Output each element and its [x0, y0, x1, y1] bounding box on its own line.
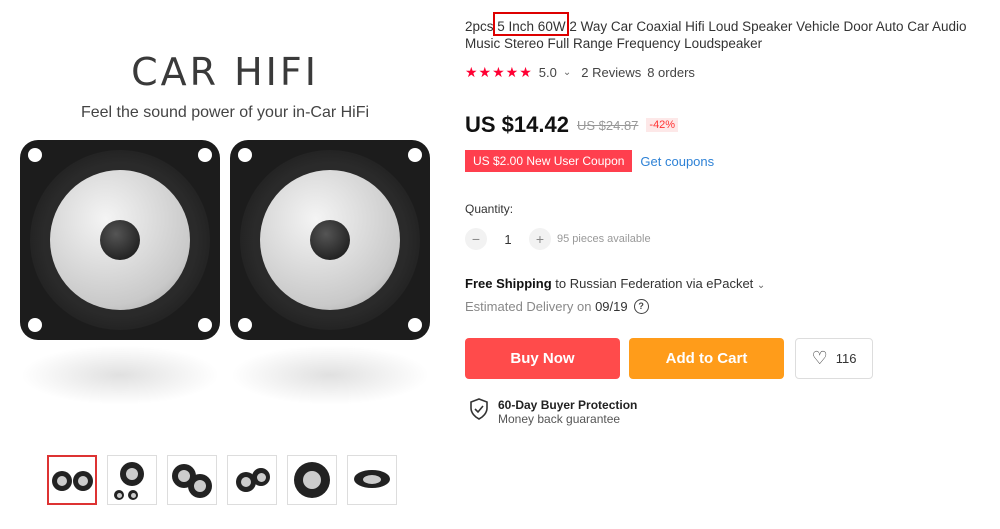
add-to-cart-button[interactable]: Add to Cart	[629, 338, 784, 379]
quantity-input[interactable]: 1	[493, 232, 523, 247]
speaker-left-image	[20, 140, 220, 340]
thumbnail-5[interactable]	[287, 455, 337, 505]
thumbnail-2[interactable]	[107, 455, 157, 505]
discount-badge: -42%	[646, 118, 679, 132]
buyer-protection: 60-Day Buyer Protection Money back guara…	[470, 398, 637, 426]
speaker-reflection	[20, 345, 220, 405]
delivery-label: Estimated Delivery on	[465, 299, 596, 314]
chevron-down-icon[interactable]: ⌄	[563, 67, 571, 78]
thumbnail-6[interactable]	[347, 455, 397, 505]
speaker-reflection	[230, 345, 430, 405]
brand-text: CAR HIFI	[131, 50, 319, 94]
new-user-coupon[interactable]: US $2.00 New User Coupon	[465, 150, 633, 172]
price-row: US $14.42 US $24.87 -42%	[465, 112, 679, 138]
thumbnail-4[interactable]	[227, 455, 277, 505]
delivery-estimate: Estimated Delivery on 09/19 ?	[465, 299, 649, 314]
current-price: US $14.42	[465, 112, 569, 137]
tagline-text: Feel the sound power of your in-Car HiFi	[80, 104, 370, 121]
thumbnail-1[interactable]	[47, 455, 97, 505]
rating-value[interactable]: 5.0	[539, 65, 557, 80]
highlight-box	[493, 12, 569, 36]
shield-check-icon	[470, 398, 488, 420]
reviews-link[interactable]: 2 Reviews	[581, 65, 641, 80]
coupon-row: US $2.00 New User Coupon Get coupons	[465, 150, 714, 172]
wishlist-count: 116	[835, 351, 857, 366]
get-coupons-link[interactable]: Get coupons	[640, 154, 714, 169]
thumbnail-3[interactable]	[167, 455, 217, 505]
available-count: 95 pieces available	[557, 233, 651, 245]
action-buttons: Buy Now Add to Cart ♡ 116	[465, 338, 873, 379]
original-price: US $24.87	[576, 117, 639, 133]
increment-button[interactable]: +	[529, 228, 551, 250]
shipping-info[interactable]: Free Shipping to Russian Federation via …	[465, 276, 765, 291]
shipping-destination: to Russian Federation via ePacket	[551, 276, 754, 291]
decrement-button[interactable]: −	[465, 228, 487, 250]
orders-count: 8 orders	[647, 65, 695, 80]
rating-row: ★★★★★ 5.0 ⌄ 2 Reviews 8 orders	[465, 64, 695, 81]
star-rating-icon: ★★★★★	[465, 64, 533, 80]
product-gallery: CAR HIFI Feel the sound power of your in…	[0, 0, 450, 529]
quantity-stepper: − 1 + 95 pieces available	[465, 228, 651, 250]
chevron-down-icon[interactable]: ⌄	[757, 280, 765, 291]
protection-title: 60-Day Buyer Protection	[498, 398, 638, 412]
speaker-right-image	[230, 140, 430, 340]
quantity-label: Quantity:	[465, 202, 514, 216]
protection-subtitle: Money back guarantee	[498, 412, 621, 426]
help-icon[interactable]: ?	[633, 299, 649, 314]
buy-now-button[interactable]: Buy Now	[465, 338, 620, 379]
free-shipping-label: Free Shipping	[465, 276, 552, 291]
heart-icon: ♡	[811, 348, 828, 368]
delivery-date: 09/19	[595, 299, 628, 314]
thumbnail-strip	[47, 455, 397, 505]
wishlist-button[interactable]: ♡ 116	[795, 338, 873, 379]
